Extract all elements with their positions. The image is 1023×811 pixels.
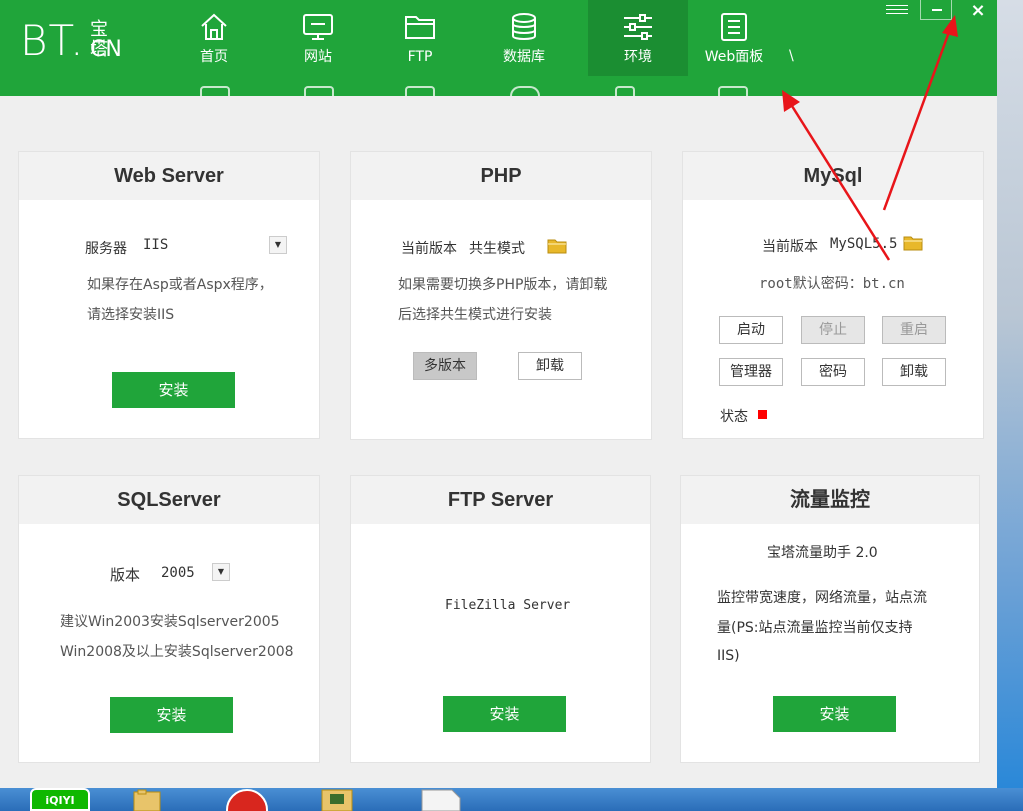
mysql-version-value: MySQL5.5 [830,236,898,252]
ghost-folder-icon [405,86,435,96]
tab-ftp[interactable]: FTP [370,0,470,76]
mysql-uninstall-button[interactable]: 卸载 [882,358,946,386]
sqlserver-version-label: 版本 [110,566,141,584]
menu-icon[interactable] [886,2,908,16]
tab-database[interactable]: 数据库 [474,0,574,76]
database-icon [512,13,536,40]
mysql-start-button[interactable]: 启动 [719,316,783,344]
php-uninstall-button[interactable]: 卸载 [518,352,582,380]
mysql-manager-button[interactable]: 管理器 [719,358,783,386]
traffic-title: 流量监控 [681,476,979,524]
logo-bt-text: BT. [20,16,85,65]
traffic-desc-3: IIS) [717,648,740,664]
web-server-install-button[interactable]: 安装 [112,372,235,408]
tab-website-label: 网站 [304,49,332,65]
ghost-sliders-icon [615,86,635,96]
ghost-home-icon [200,86,230,96]
chevron-down-icon[interactable]: ▼ [212,563,230,581]
mysql-password-button[interactable]: 密码 [801,358,865,386]
card-mysql: MySql 当前版本 MySQL5.5 root默认密码：bt.cn 启动 停止… [682,151,984,439]
file-manager-icon[interactable] [320,788,362,811]
sqlserver-desc-1: 建议Win2003安装Sqlserver2005 [60,614,280,630]
ftp-product-name: FileZilla Server [445,598,571,613]
php-version-value: 共生模式 [469,241,525,257]
mysql-folder-icon[interactable] [903,235,923,251]
tab-environment-label: 环境 [624,49,652,65]
card-php: PHP 当前版本 共生模式 如果需要切换多PHP版本，请卸载 后选择共生模式进行… [350,151,652,440]
web-server-desc-1: 如果存在Asp或者Aspx程序， [87,277,273,293]
ftp-server-title: FTP Server [351,476,650,524]
server-select-value: IIS [143,237,169,253]
traffic-desc-2: 量(PS:站点流量监控当前仅支持 [717,620,913,636]
ftp-install-button[interactable]: 安装 [443,696,566,732]
php-multi-version-button[interactable]: 多版本 [413,352,477,380]
tab-ftp-label: FTP [407,49,433,65]
close-button[interactable]: × [962,0,994,22]
folder-icon[interactable] [132,788,164,811]
mysql-stop-button[interactable]: 停止 [801,316,865,344]
web-server-title: Web Server [19,152,319,200]
home-icon [201,13,227,40]
sqlserver-desc-2: Win2008及以上安装Sqlserver2008 [60,644,294,660]
sqlserver-version-select[interactable]: 2005 [155,561,215,583]
php-folder-icon[interactable] [547,238,567,254]
status-indicator-icon [758,410,767,419]
tab-website[interactable]: 网站 [268,0,368,76]
tab-overflow-marker: \ [789,48,794,64]
traffic-desc-1: 监控带宽速度，网络流量，站点流 [717,590,927,606]
chevron-down-icon[interactable]: ▼ [269,236,287,254]
minimize-button[interactable] [920,0,952,20]
mysql-version-label: 当前版本 [762,239,818,255]
mysql-title: MySql [683,152,983,200]
card-ftp-server: FTP Server FileZilla Server 安装 [350,475,651,763]
minimize-icon [932,9,942,11]
tab-web-panel[interactable]: Web面板 [684,0,784,76]
ghost-database-icon [510,86,540,96]
app-icon[interactable] [222,788,272,811]
bt-panel-window: BT. 宝塔 CN 首页 网站 FTP 数据库 环境 Web面板 \ × Web… [0,0,997,788]
iqiyi-icon[interactable]: iQIYI [30,788,90,811]
mysql-status-label: 状态 [720,409,748,425]
sqlserver-install-button[interactable]: 安装 [110,697,233,733]
tab-home[interactable]: 首页 [164,0,264,76]
ghost-monitor-icon [304,86,334,96]
sliders-icon [624,14,652,40]
sqlserver-title: SQLServer [19,476,319,524]
header-bar: BT. 宝塔 CN 首页 网站 FTP 数据库 环境 Web面板 \ × [0,0,997,96]
php-version-label: 当前版本 [401,241,457,257]
traffic-product-name: 宝塔流量助手 2.0 [767,545,878,561]
tab-web-panel-label: Web面板 [704,49,764,65]
monitor-icon [303,14,333,40]
desktop-background [997,0,1023,788]
php-desc-1: 如果需要切换多PHP版本，请卸载 [398,277,608,293]
tab-home-label: 首页 [200,49,228,65]
web-server-desc-2: 请选择安装IIS [87,307,175,323]
taskbar: iQIYI [0,788,1023,811]
document-icon[interactable] [418,788,462,811]
ghost-list-icon [718,86,748,96]
tab-environment[interactable]: 环境 [588,0,688,76]
card-web-server: Web Server 服务器 IIS ▼ 如果存在Asp或者Aspx程序， 请选… [18,151,320,439]
tab-database-label: 数据库 [503,49,545,65]
card-traffic-monitor: 流量监控 宝塔流量助手 2.0 监控带宽速度，网络流量，站点流 量(PS:站点流… [680,475,980,763]
mysql-restart-button[interactable]: 重启 [882,316,946,344]
traffic-install-button[interactable]: 安装 [773,696,896,732]
card-sqlserver: SQLServer 版本 2005 ▼ 建议Win2003安装Sqlserver… [18,475,320,763]
sqlserver-version-value: 2005 [161,565,195,581]
server-select[interactable]: IIS [137,234,289,256]
php-desc-2: 后选择共生模式进行安装 [398,307,552,323]
server-label: 服务器 [85,241,127,257]
list-icon [721,13,747,41]
mysql-password-note: root默认密码：bt.cn [759,276,905,292]
logo-cn-bottom-text: CN [90,37,122,62]
php-title: PHP [351,152,651,200]
folder-icon [405,16,435,39]
